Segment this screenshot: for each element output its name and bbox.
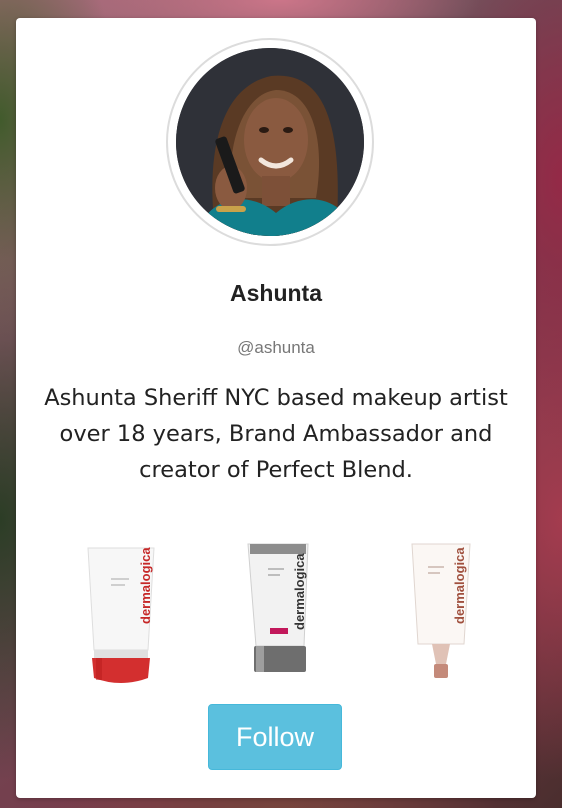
product-image-3[interactable]: dermalogica xyxy=(376,538,496,703)
product-brand-3: dermalogica xyxy=(452,547,467,624)
avatar-photo xyxy=(176,48,364,236)
profile-bio: Ashunta Sheriff NYC based makeup artist … xyxy=(44,385,508,483)
product-brand-2: dermalogica xyxy=(292,553,307,630)
product-image-2[interactable]: dermalogica xyxy=(216,538,336,703)
product-gallery: dermalogica dermalogica dermalogica xyxy=(46,538,506,703)
follow-button[interactable]: Follow xyxy=(208,704,342,770)
avatar-frame xyxy=(166,38,374,246)
profile-card: Ashunta @ashunta Ashunta Sheriff NYC bas… xyxy=(16,18,536,798)
profile-name: Ashunta xyxy=(230,280,322,306)
product-brand-1: dermalogica xyxy=(138,547,153,624)
avatar[interactable] xyxy=(176,48,364,236)
product-image-1[interactable]: dermalogica xyxy=(56,538,176,703)
profile-handle[interactable]: @ashunta xyxy=(16,338,536,358)
